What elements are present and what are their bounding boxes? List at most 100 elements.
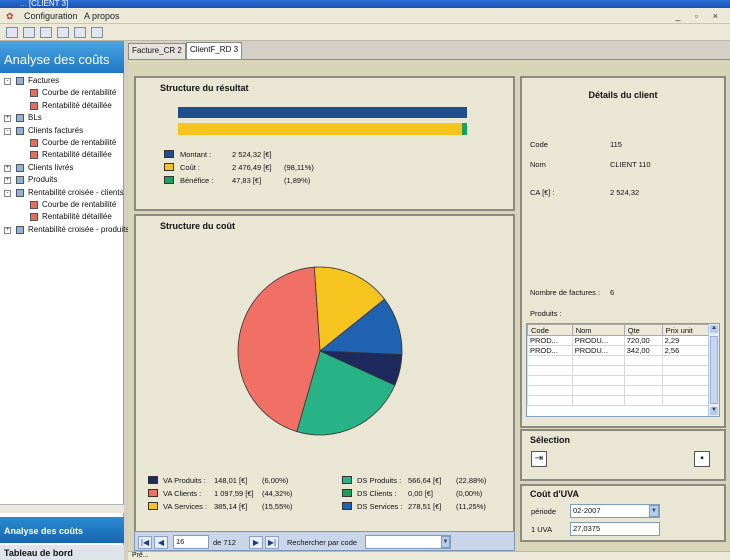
table-row[interactable] bbox=[527, 385, 710, 396]
tree-item[interactable]: Clients livrés bbox=[28, 162, 73, 174]
tree-item[interactable]: Courbe de rentabilité bbox=[42, 87, 116, 99]
periode-dropdown-arrow-icon[interactable]: ▼ bbox=[649, 505, 659, 517]
cost-legend-value: 148,01 [€] bbox=[214, 476, 248, 485]
next-record-button[interactable]: ▶ bbox=[249, 536, 263, 549]
menu-configuration[interactable]: Configuration bbox=[24, 11, 78, 21]
tree-horizontal-scrollbar[interactable] bbox=[0, 504, 124, 513]
tree-item[interactable]: Rentabilité détaillée bbox=[42, 211, 112, 223]
products-scroll-thumb[interactable] bbox=[710, 336, 718, 404]
window-controls-icon[interactable]: _ ▫ × bbox=[676, 11, 724, 21]
search-by-code-input[interactable] bbox=[365, 535, 451, 549]
table-cell: 720,00 bbox=[623, 335, 663, 346]
chart-curve-icon[interactable] bbox=[23, 27, 35, 38]
cost-structure-title: Structure du coût bbox=[160, 221, 236, 231]
chart-green-icon[interactable] bbox=[40, 27, 52, 38]
products-scrollbar[interactable]: ▲ ▼ bbox=[708, 324, 719, 416]
tree-item[interactable]: Courbe de rentabilité bbox=[42, 137, 116, 149]
nombre-factures-label: Nombre de factures : bbox=[530, 288, 601, 297]
expand-icon[interactable]: + bbox=[4, 115, 11, 123]
table-row[interactable] bbox=[527, 375, 710, 386]
table-cell: PROD... bbox=[527, 345, 573, 356]
scroll-down-icon[interactable]: ▼ bbox=[710, 407, 718, 415]
column-header[interactable]: Prix unit bbox=[661, 324, 710, 336]
cost-legend-pct: (11,25%) bbox=[456, 502, 486, 511]
table-cell bbox=[661, 365, 710, 376]
expand-icon[interactable]: + bbox=[4, 226, 11, 234]
table-cell bbox=[527, 395, 573, 406]
table-cell: 2,29 bbox=[661, 335, 710, 346]
export-icon[interactable]: ⇥ bbox=[531, 451, 547, 467]
cost-legend-label: VA Produits : bbox=[163, 476, 206, 485]
column-header[interactable]: Qte bbox=[623, 324, 663, 336]
cost-legend-pct: (44,32%) bbox=[262, 489, 293, 498]
table-cell: PRODU... bbox=[571, 335, 625, 346]
status-bar: Prê... bbox=[128, 551, 730, 560]
column-header[interactable]: Code bbox=[527, 324, 573, 336]
tree-item[interactable]: Rentabilité détaillée bbox=[42, 149, 112, 161]
chart-icon bbox=[30, 139, 38, 147]
save-icon[interactable]: ▪ bbox=[694, 451, 710, 467]
nom-label: Nom bbox=[530, 160, 546, 169]
tree-item[interactable]: Rentabilité croisée - produits bbox=[28, 224, 129, 236]
first-record-button[interactable]: |◀ bbox=[138, 536, 152, 549]
last-record-button[interactable]: ▶| bbox=[265, 536, 279, 549]
cost-pie-chart bbox=[237, 266, 403, 436]
tree-item[interactable]: Factures bbox=[28, 75, 59, 87]
cost-legend-pct: (15,55%) bbox=[262, 502, 293, 511]
result-structure-title: Structure du résultat bbox=[160, 83, 249, 93]
montant-bar bbox=[178, 107, 467, 118]
tree-item[interactable]: BLs bbox=[28, 112, 42, 124]
left-pane-header: Analyse des coûts bbox=[0, 41, 124, 73]
table-row[interactable] bbox=[527, 395, 710, 406]
code-label: Code bbox=[530, 140, 548, 149]
cost-legend-label: DS Services : bbox=[357, 502, 403, 511]
folder-icon bbox=[16, 77, 24, 85]
expand-icon[interactable]: + bbox=[4, 177, 11, 185]
table-cell bbox=[527, 365, 573, 376]
periode-select[interactable]: 02-2007 bbox=[570, 504, 660, 518]
chart-icon bbox=[30, 89, 38, 98]
collapse-icon[interactable]: - bbox=[4, 127, 11, 135]
chart-export-icon[interactable] bbox=[91, 27, 103, 38]
table-cell bbox=[571, 395, 625, 406]
record-number-input[interactable]: 16 bbox=[173, 535, 209, 549]
table-cell: 342,00 bbox=[623, 345, 663, 356]
table-row[interactable]: PROD... PRODU... 342,00 2,56 bbox=[527, 345, 710, 356]
chart-red-icon[interactable] bbox=[57, 27, 69, 38]
products-table: Code Nom Qte Prix unit PROD... PRODU... 720,0… bbox=[527, 324, 710, 406]
uva-cost-panel: Coût d'UVA période 02-2007 ▼ 1 UVA 27,03… bbox=[520, 484, 726, 542]
collapse-icon[interactable]: - bbox=[4, 189, 11, 197]
ca-value: 2 524,32 bbox=[610, 188, 640, 197]
menu-apropos[interactable]: A propos bbox=[84, 11, 120, 21]
column-header[interactable]: Nom bbox=[571, 324, 625, 336]
app-icon[interactable]: ✿ bbox=[6, 11, 14, 22]
chart-bars-icon[interactable] bbox=[74, 27, 86, 38]
periode-label: période bbox=[531, 507, 557, 516]
previous-record-button[interactable]: ◀ bbox=[154, 536, 168, 549]
table-row[interactable] bbox=[527, 365, 710, 376]
table-cell bbox=[623, 355, 663, 366]
folder-icon bbox=[16, 126, 24, 135]
collapse-icon[interactable]: - bbox=[4, 78, 11, 85]
nav-tableau-de-bord[interactable]: Tableau de bord bbox=[0, 545, 124, 560]
nav-analyse-des-couts[interactable]: Analyse des coûts bbox=[0, 517, 124, 543]
cost-legend-value: 566,64 [€] bbox=[408, 476, 442, 485]
search-dropdown-arrow-icon[interactable]: ▼ bbox=[441, 536, 450, 548]
table-row[interactable]: PROD... PRODU... 720,00 2,29 bbox=[527, 335, 710, 346]
uva-value-input[interactable]: 27,0375 bbox=[570, 522, 660, 536]
cost-legend-pct: (6,00%) bbox=[262, 476, 289, 485]
toolbar bbox=[0, 24, 730, 41]
scroll-up-icon[interactable]: ▲ bbox=[710, 325, 718, 333]
tree-item[interactable]: Rentabilité croisée - clients bbox=[28, 187, 124, 199]
table-row[interactable] bbox=[527, 355, 710, 366]
list-icon[interactable] bbox=[6, 27, 18, 38]
tree-item[interactable]: Courbe de rentabilité bbox=[42, 199, 116, 211]
tree-item[interactable]: Produits bbox=[28, 174, 57, 186]
search-by-code-label: Rechercher par code bbox=[287, 538, 358, 547]
tab-facture-cr[interactable]: Facture_CR 2 bbox=[128, 43, 186, 59]
tree-item[interactable]: Clients facturés bbox=[28, 125, 83, 137]
tab-clientf-rd[interactable]: ClientF_RD 3 bbox=[186, 42, 243, 59]
expand-icon[interactable]: + bbox=[4, 164, 11, 172]
folder-icon bbox=[16, 225, 24, 234]
tree-item[interactable]: Rentabilité détaillée bbox=[42, 100, 112, 112]
